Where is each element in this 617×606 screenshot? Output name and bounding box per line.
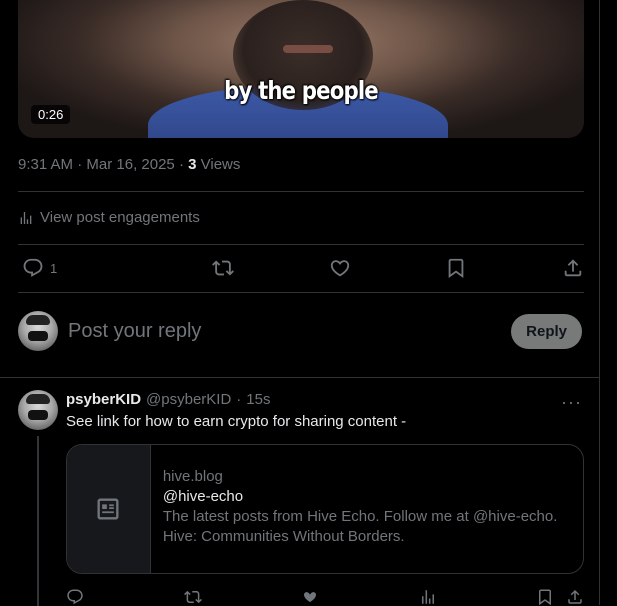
avatar-hair <box>26 315 50 325</box>
avatar-mask <box>28 410 48 420</box>
card-title: @hive-echo <box>162 488 244 505</box>
reply-tweet-actions <box>66 588 584 606</box>
main-column: by the people 0:26 9:31 AM · Mar 16, 202… <box>0 0 600 606</box>
repost-action[interactable] <box>211 257 234 279</box>
like-icon <box>330 260 349 277</box>
thread-line <box>37 436 39 606</box>
divider <box>18 191 584 192</box>
reply-count: 1 <box>50 260 58 276</box>
meta-separator: · <box>73 156 87 173</box>
article-icon <box>97 498 119 520</box>
card-body: hive.blog @hive-echo The latest posts fr… <box>151 445 583 573</box>
reply-composer: Post your reply Reply <box>18 311 584 351</box>
view-engagements-link[interactable]: View post engagements <box>18 209 200 226</box>
bookmark-action[interactable] <box>445 257 467 279</box>
card-domain: hive.blog <box>162 468 223 485</box>
analytics-icon <box>20 211 32 224</box>
avatar[interactable] <box>18 311 58 351</box>
header-separator: · <box>236 391 242 408</box>
reply-button[interactable]: Reply <box>511 313 582 349</box>
divider <box>18 244 584 245</box>
tweet-time[interactable]: 15s <box>246 391 270 408</box>
post-meta: 9:31 AM · Mar 16, 2025 · 3 Views <box>18 156 240 173</box>
like-action[interactable] <box>329 257 351 279</box>
share-action[interactable] <box>562 257 584 279</box>
view-engagements-label: View post engagements <box>40 209 200 226</box>
reply-icon[interactable] <box>66 588 84 606</box>
author-handle[interactable]: @psyberKID <box>146 391 231 408</box>
tweet-text: See link for how to earn crypto for shar… <box>66 413 407 430</box>
repost-icon <box>211 260 234 276</box>
divider <box>0 377 600 378</box>
bookmark-icon[interactable] <box>536 588 554 606</box>
bookmark-share-group <box>536 588 584 606</box>
meta-separator: · <box>174 156 189 173</box>
reply-tweet-header: psyberKID @psyberKID · 15s <box>66 391 270 408</box>
more-options-icon[interactable]: ··· <box>561 392 582 413</box>
share-icon <box>564 259 582 277</box>
avatar[interactable] <box>18 390 58 430</box>
card-description: The latest posts from Hive Echo. Follow … <box>162 508 558 545</box>
divider <box>18 292 584 293</box>
repost-icon[interactable] <box>183 588 202 606</box>
reply-icon <box>23 258 43 277</box>
avatar-hair <box>26 394 50 404</box>
author-name[interactable]: psyberKID <box>66 391 141 408</box>
video-player[interactable]: by the people 0:26 <box>18 0 584 138</box>
card-thumbnail <box>67 445 151 573</box>
video-duration: 0:26 <box>31 105 71 124</box>
like-icon[interactable] <box>301 588 319 606</box>
reply-action[interactable]: 1 <box>18 257 57 279</box>
video-frame-mouth <box>283 45 333 53</box>
analytics-icon[interactable] <box>419 588 437 606</box>
share-icon[interactable] <box>566 588 584 606</box>
video-caption: by the people <box>224 76 378 105</box>
post-actions-bar: 1 <box>18 257 584 279</box>
reply-input[interactable]: Post your reply <box>68 320 511 343</box>
bookmark-icon <box>448 258 464 279</box>
link-card[interactable]: hive.blog @hive-echo The latest posts fr… <box>66 444 584 574</box>
post-date[interactable]: Mar 16, 2025 <box>86 156 174 173</box>
views-label: Views <box>196 156 241 173</box>
avatar-mask <box>28 331 48 341</box>
post-time[interactable]: 9:31 AM <box>18 156 73 173</box>
